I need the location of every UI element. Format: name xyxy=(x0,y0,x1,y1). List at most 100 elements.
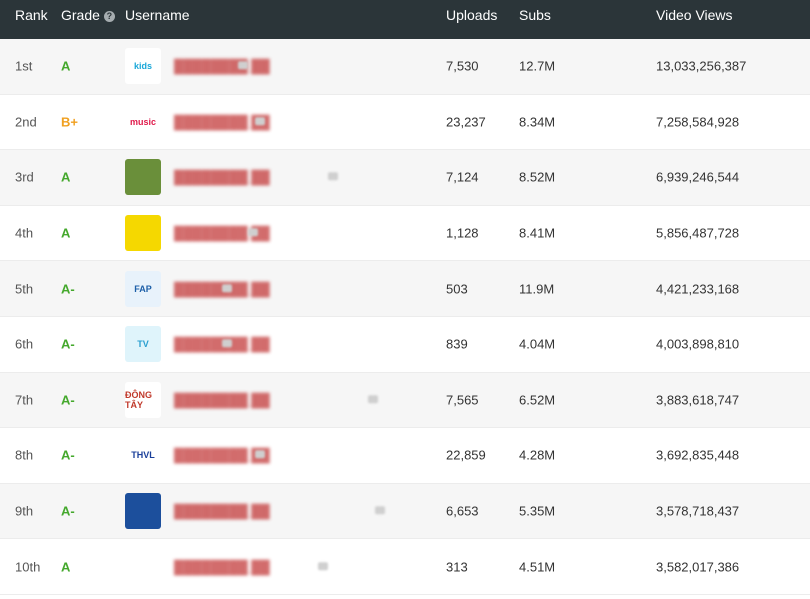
header-video-views[interactable]: Video Views xyxy=(656,7,733,23)
video-views-cell: 6,939,246,544 xyxy=(656,169,740,185)
channel-avatar[interactable]: FAP xyxy=(125,270,161,307)
avatar-label: music xyxy=(129,116,156,127)
uploads-cell: 6,653 xyxy=(446,503,479,519)
flag-icon xyxy=(222,283,232,292)
table-row[interactable]: 2nd B+ music ████████ ██ 23,237 8.34M 7,258,58… xyxy=(0,94,810,151)
table-header: Rank Grade? Username Uploads Subs Video … xyxy=(0,0,810,39)
table-body: 1st Akids ████████ ██ 7,530 12.7M 13,033,256,… xyxy=(0,39,810,595)
channel-username-link[interactable]: ████████ ██ xyxy=(174,504,270,519)
uploads-cell: 1,128 xyxy=(446,225,479,241)
header-subs[interactable]: Subs xyxy=(519,7,551,23)
avatar-label: TV xyxy=(137,339,149,350)
table-row[interactable]: 1st Akids ████████ ██ 7,530 12.7M 13,033,256,… xyxy=(0,39,810,95)
uploads-cell: 7,565 xyxy=(446,392,479,408)
table-row[interactable]: 6th A- TV ████████ ██ 839 4.04M 4,003,898,810 xyxy=(0,316,810,373)
channel-username-link[interactable]: ████████ ██ xyxy=(174,170,270,185)
flag-icon xyxy=(375,506,385,515)
question-icon[interactable]: ? xyxy=(103,11,115,22)
grade-cell: A xyxy=(61,169,71,185)
header-username[interactable]: Username xyxy=(125,7,190,23)
uploads-cell: 23,237 xyxy=(446,114,486,130)
channel-avatar[interactable]: kids xyxy=(125,48,161,85)
header-rank[interactable]: Rank xyxy=(15,7,48,23)
video-views-cell: 3,883,618,747 xyxy=(656,392,740,408)
rank-cell: 6th xyxy=(15,336,34,352)
rank-cell: 7th xyxy=(15,392,34,408)
flag-icon xyxy=(318,561,328,570)
channel-avatar[interactable]: ĐÔNG TÂY xyxy=(125,381,161,418)
flag-icon xyxy=(248,228,258,237)
flag-icon xyxy=(328,172,338,181)
video-views-cell: 7,258,584,928 xyxy=(656,114,740,130)
header-grade-label: Grade xyxy=(61,7,100,23)
avatar-label: kids xyxy=(133,61,152,72)
channel-username-link[interactable]: ████████ ██ xyxy=(174,59,270,74)
channel-avatar[interactable]: TV xyxy=(125,326,161,363)
video-views-cell: 13,033,256,387 xyxy=(656,58,747,74)
flag-icon xyxy=(255,117,265,126)
rank-cell: 10th xyxy=(15,559,41,575)
rank-cell: 8th xyxy=(15,447,34,463)
avatar-label: THVL xyxy=(131,450,155,461)
channel-avatar[interactable]: music xyxy=(125,103,161,140)
subs-cell: 8.34M xyxy=(519,114,556,130)
table-row[interactable]: 8th A- THVL ████████ ██ 22,859 4.28M 3,692,835… xyxy=(0,428,810,484)
uploads-cell: 313 xyxy=(446,559,468,575)
subs-cell: 8.52M xyxy=(519,169,556,185)
uploads-cell: 7,530 xyxy=(446,58,479,74)
flag-icon xyxy=(222,339,232,348)
table-row[interactable]: 4th A ████████ ██ 1,128 8.41M 5,856,487,728 xyxy=(0,205,810,262)
flag-icon xyxy=(255,450,265,459)
header-uploads[interactable]: Uploads xyxy=(446,7,497,23)
grade-cell: A xyxy=(61,58,71,74)
video-views-cell: 3,578,718,437 xyxy=(656,503,740,519)
subs-cell: 6.52M xyxy=(519,392,556,408)
avatar-label: FAP xyxy=(134,283,152,294)
grade-cell: A- xyxy=(61,392,75,408)
header-grade[interactable]: Grade? xyxy=(61,7,115,23)
subs-cell: 4.28M xyxy=(519,447,556,463)
grade-cell: A- xyxy=(61,503,75,519)
table-row[interactable]: 5th A- FAP ████████ ██ 503 11.9M 4,421,233,168 xyxy=(0,261,810,317)
uploads-cell: 7,124 xyxy=(446,169,479,185)
channel-avatar[interactable] xyxy=(125,159,161,196)
channel-avatar[interactable] xyxy=(125,215,161,252)
channel-username-link[interactable]: ████████ ██ xyxy=(174,559,270,574)
subs-cell: 4.04M xyxy=(519,336,556,352)
subs-cell: 11.9M xyxy=(519,281,555,297)
rank-cell: 5th xyxy=(15,281,34,297)
rank-cell: 2nd xyxy=(15,114,37,130)
grade-cell: A- xyxy=(61,447,75,463)
flag-icon xyxy=(368,395,378,404)
rank-cell: 9th xyxy=(15,503,34,519)
avatar-label: ĐÔNG TÂY xyxy=(125,389,152,410)
flag-icon xyxy=(238,61,248,70)
rank-cell: 4th xyxy=(15,225,34,241)
rank-cell: 1st xyxy=(15,58,33,74)
video-views-cell: 5,856,487,728 xyxy=(656,225,740,241)
table-row[interactable]: 10th A ████████ ██ 313 4.51M 3,582,017,386 xyxy=(0,539,810,595)
video-views-cell: 3,582,017,386 xyxy=(656,559,740,575)
grade-cell: A- xyxy=(61,336,75,352)
video-views-cell: 4,003,898,810 xyxy=(656,336,740,352)
uploads-cell: 503 xyxy=(446,281,468,297)
channel-avatar[interactable] xyxy=(125,548,161,585)
grade-cell: A xyxy=(61,559,71,575)
uploads-cell: 839 xyxy=(446,336,468,352)
channel-avatar[interactable]: THVL xyxy=(125,437,161,474)
table-row[interactable]: 3rd A ████████ ██ 7,124 8.52M 6,939,246,544 xyxy=(0,150,810,206)
channel-avatar[interactable] xyxy=(125,493,161,530)
rank-cell: 3rd xyxy=(15,169,34,185)
grade-cell: B+ xyxy=(61,114,78,130)
channel-ranking-table: Rank Grade? Username Uploads Subs Video … xyxy=(0,0,810,595)
channel-username-link[interactable]: ████████ ██ xyxy=(174,392,270,407)
table-row[interactable]: 7th A- ĐÔNG TÂY ████████ ██ 7,565 6.52M 3,883,… xyxy=(0,372,810,429)
subs-cell: 12.7M xyxy=(519,58,556,74)
video-views-cell: 3,692,835,448 xyxy=(656,447,740,463)
subs-cell: 4.51M xyxy=(519,559,556,575)
table-row[interactable]: 9th A- ████████ ██ 6,653 5.35M 3,578,718,437 xyxy=(0,483,810,540)
uploads-cell: 22,859 xyxy=(446,447,486,463)
grade-cell: A- xyxy=(61,281,75,297)
grade-cell: A xyxy=(61,225,71,241)
subs-cell: 5.35M xyxy=(519,503,556,519)
